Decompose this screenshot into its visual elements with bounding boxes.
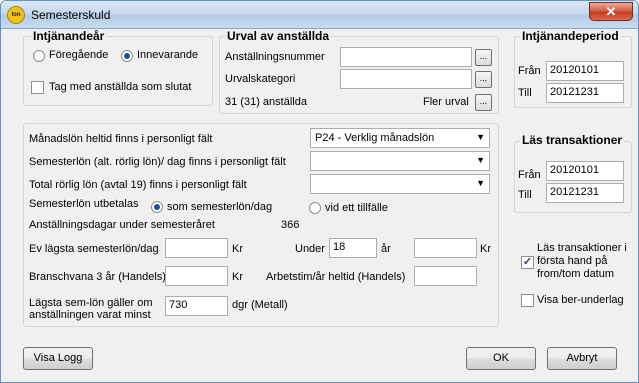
las-forsta-hand-label-line1: Läs transaktioner i: [537, 242, 627, 254]
chevron-down-icon: ▼: [476, 155, 485, 165]
kr-unit-3: Kr: [232, 271, 243, 283]
ok-button[interactable]: OK: [466, 347, 536, 370]
intjanandeperiod-till-input[interactable]: 20121231: [546, 83, 624, 103]
intjanandeperiod-till-label: Till: [518, 87, 532, 99]
lagsta-semesterlon-input[interactable]: [165, 238, 228, 258]
anstallningsnummer-browse-button[interactable]: ...: [475, 49, 492, 66]
window-title: Semesterskuld: [31, 8, 111, 22]
semesterlon-label: Semesterlön (alt. rörlig lön)/ dag finns…: [29, 156, 286, 168]
lagsta-sem-lon-label-line1: Lägsta sem-lön gäller om: [29, 297, 153, 309]
checkbox-las-forsta-hand[interactable]: ✓: [521, 256, 534, 269]
kr-unit-2: Kr: [480, 243, 491, 255]
cancel-button[interactable]: Avbryt: [547, 347, 617, 370]
radio-som-semesterlon[interactable]: [151, 201, 163, 213]
manadslon-select[interactable]: P24 - Verklig månadslön ▼: [310, 128, 490, 148]
radio-vid-ett-tillfalle[interactable]: [309, 202, 321, 214]
intjanandeperiod-fran-input[interactable]: 20120101: [546, 61, 624, 81]
visa-logg-button[interactable]: Visa Logg: [23, 347, 93, 370]
lagsta-semesterlon-label: Ev lägsta semesterlön/dag: [29, 243, 159, 255]
manadslon-label: Månadslön heltid finns i personligt fält: [29, 133, 213, 145]
las-transaktioner-title: Läs transaktioner: [520, 133, 625, 147]
arbetstim-label: Arbetstim/år heltid (Handels): [266, 271, 406, 283]
radio-innevarande[interactable]: [121, 50, 133, 62]
las-transaktioner-fran-label: Från: [518, 169, 541, 181]
intjanandear-title: Intjänandeår: [31, 29, 107, 43]
dialog-window: Ion Semesterskuld ✕ Intjänandeår Föregåe…: [0, 0, 639, 383]
intjanandeperiod-fran-label: Från: [518, 65, 541, 77]
ar-label: år: [381, 243, 391, 255]
app-logo-icon: Ion: [7, 6, 25, 24]
las-forsta-hand-label-line3: from/tom datum: [537, 268, 615, 280]
arbetstim-input[interactable]: [414, 266, 477, 286]
anstallningsdagar-label: Anställningsdagar under semesteråret: [29, 219, 215, 231]
checkbox-visa-ber-underlag[interactable]: [521, 294, 534, 307]
fler-urval-button[interactable]: ...: [475, 94, 492, 111]
intjanandear-group: [23, 36, 213, 106]
lagsta-sem-lon-input[interactable]: 730: [165, 296, 228, 316]
total-rorlig-select[interactable]: ▼: [310, 174, 490, 194]
chevron-down-icon: ▼: [476, 132, 485, 142]
radio-innevarande-label: Innevarande: [137, 49, 199, 61]
total-rorlig-label: Total rörlig lön (avtal 19) finns i pers…: [29, 179, 247, 191]
radio-som-semesterlon-label: som semesterlön/dag: [167, 201, 273, 213]
las-transaktioner-till-input[interactable]: 20121231: [546, 183, 624, 203]
checkbox-slutat[interactable]: [31, 81, 44, 94]
close-button[interactable]: ✕: [589, 2, 633, 21]
dgr-metall-label: dgr (Metall): [232, 299, 288, 311]
lagsta-sem-lon-label-line2: anställningen varat minst: [29, 309, 151, 321]
branschvana-input[interactable]: [165, 266, 228, 286]
radio-vid-ett-tillfalle-label: vid ett tillfälle: [325, 202, 388, 214]
anstallningsnummer-input[interactable]: [340, 47, 472, 67]
utbetalas-label: Semesterlön utbetalas: [29, 198, 139, 210]
fler-urval-label: Fler urval: [423, 96, 469, 108]
chevron-down-icon: ▼: [476, 178, 485, 188]
intjanandeperiod-title: Intjänandeperiod: [520, 29, 621, 43]
urval-title: Urval av anställda: [225, 29, 332, 43]
semesterlon-select[interactable]: ▼: [310, 151, 490, 171]
manadslon-value: P24 - Verklig månadslön: [315, 132, 435, 144]
title-bar: Ion Semesterskuld ✕: [1, 1, 638, 29]
las-transaktioner-till-label: Till: [518, 189, 532, 201]
anstallningsdagar-value: 366: [281, 219, 300, 231]
las-transaktioner-fran-input[interactable]: 20120101: [546, 161, 624, 181]
anstallda-count: 31 (31) anställda: [225, 96, 307, 108]
urvalskategori-browse-button[interactable]: ...: [475, 71, 492, 88]
under-age-input[interactable]: 18: [329, 238, 377, 258]
kr-unit-1: Kr: [232, 243, 243, 255]
visa-ber-underlag-label: Visa ber-underlag: [537, 294, 624, 306]
las-forsta-hand-label-line2: första hand på: [537, 255, 608, 267]
radio-foregaende[interactable]: [33, 50, 45, 62]
under-label: Under: [295, 243, 325, 255]
anstallningsnummer-label: Anställningsnummer: [225, 51, 325, 63]
radio-foregaende-label: Föregående: [49, 49, 109, 61]
urvalskategori-input[interactable]: [340, 69, 472, 89]
branschvana-label: Branschvana 3 år (Handels): [29, 271, 166, 283]
ar-amount-input[interactable]: [414, 238, 477, 258]
urvalskategori-label: Urvalskategori: [225, 73, 296, 85]
checkbox-slutat-label: Tag med anställda som slutat: [49, 81, 192, 93]
